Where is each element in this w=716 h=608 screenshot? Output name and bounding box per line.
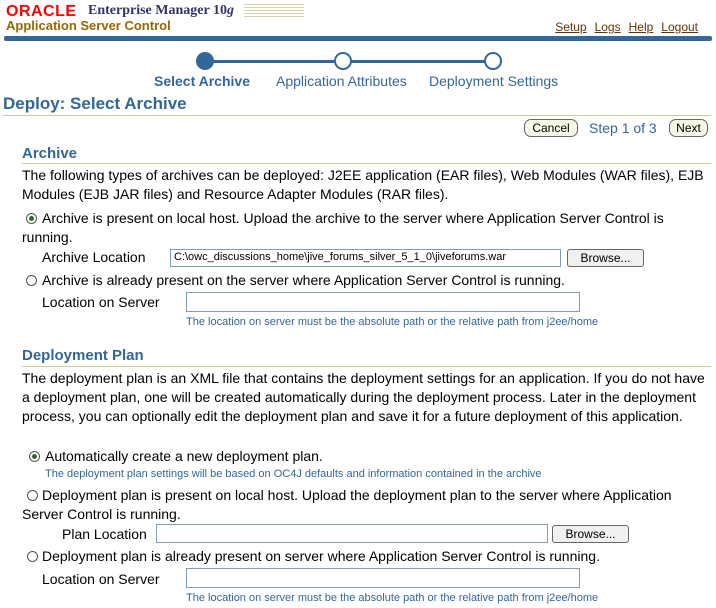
logout-link[interactable]: Logout xyxy=(661,20,698,34)
help-link[interactable]: Help xyxy=(629,20,654,34)
setup-link[interactable]: Setup xyxy=(555,20,586,34)
archive-server-location-input[interactable] xyxy=(186,292,580,312)
cancel-button[interactable]: Cancel xyxy=(524,119,578,137)
archive-local-option-label: Archive is present on local host. Upload… xyxy=(22,210,664,245)
plan-location-label: Plan Location xyxy=(62,526,147,542)
archive-server-location-label: Location on Server xyxy=(42,294,160,310)
step-indicator: Step 1 of 3 xyxy=(589,120,657,136)
train-station-select-archive xyxy=(196,52,214,70)
archive-server-hint: The location on server must be the absol… xyxy=(186,316,599,328)
plan-server-radio[interactable] xyxy=(27,551,38,562)
next-button[interactable]: Next xyxy=(669,119,708,137)
plan-browse-button[interactable]: Browse... xyxy=(552,525,629,543)
plan-server-location-label: Location on Server xyxy=(42,571,160,587)
plan-divider xyxy=(22,366,711,367)
train-step-deployment-settings[interactable]: Deployment Settings xyxy=(429,73,558,89)
plan-server-location-input[interactable] xyxy=(186,568,580,588)
archive-server-radio[interactable] xyxy=(26,275,37,286)
logo-stripes xyxy=(244,4,304,18)
train-step-application-attributes[interactable]: Application Attributes xyxy=(276,73,407,89)
global-nav: Setup Logs Help Logout xyxy=(547,20,698,34)
header-bar xyxy=(4,36,712,41)
page-title: Deploy: Select Archive xyxy=(3,94,187,113)
archive-server-option-label: Archive is already present on the server… xyxy=(42,272,565,288)
product-subtitle: Application Server Control xyxy=(6,18,171,33)
plan-auto-hint: The deployment plan settings will be bas… xyxy=(45,468,542,480)
product-name-text: Enterprise Manager 10 xyxy=(88,3,227,18)
archive-heading: Archive xyxy=(22,145,78,162)
product-name: Enterprise Manager 10g xyxy=(88,3,234,19)
product-version-suffix: g xyxy=(226,3,234,18)
archive-location-label: Archive Location xyxy=(42,249,146,265)
train-station-deployment-settings[interactable] xyxy=(484,52,502,70)
plan-heading: Deployment Plan xyxy=(22,347,144,364)
plan-location-input[interactable] xyxy=(156,524,548,543)
archive-browse-button[interactable]: Browse... xyxy=(567,249,644,267)
logs-link[interactable]: Logs xyxy=(595,20,621,34)
title-divider xyxy=(3,115,711,116)
plan-local-option-label: Deployment plan is present on local host… xyxy=(22,487,672,522)
plan-server-hint: The location on server must be the absol… xyxy=(186,592,599,604)
archive-location-input[interactable]: C:\owc_discussions_home\jive_forums_silv… xyxy=(170,249,561,267)
plan-auto-option-label: Automatically create a new deployment pl… xyxy=(45,448,323,464)
archive-divider xyxy=(22,163,711,164)
train-step-select-archive: Select Archive xyxy=(154,73,250,89)
archive-description: The following types of archives can be d… xyxy=(22,167,704,202)
plan-description: The deployment plan is an XML file that … xyxy=(22,370,705,424)
train-station-application-attributes[interactable] xyxy=(334,52,352,70)
plan-auto-radio[interactable] xyxy=(29,451,40,462)
plan-server-option-label: Deployment plan is already present on se… xyxy=(42,548,600,564)
